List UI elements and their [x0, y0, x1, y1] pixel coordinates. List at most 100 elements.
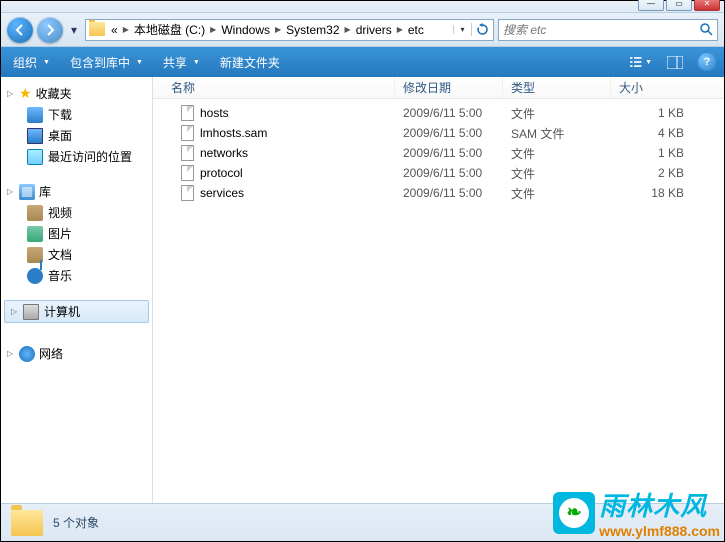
breadcrumb-seg-4[interactable]: etc [405, 23, 427, 37]
file-date: 2009/6/11 5:00 [395, 186, 503, 200]
address-bar[interactable]: « ▶ 本地磁盘 (C:) ▶ Windows ▶ System32 ▶ dri… [85, 19, 494, 41]
view-options-button[interactable]: ▼ [630, 51, 652, 73]
sidebar-item-documents[interactable]: 文档 [1, 244, 152, 265]
sidebar-item-label: 文档 [48, 246, 72, 263]
downloads-icon [27, 107, 43, 123]
breadcrumb-seg-1[interactable]: Windows [218, 23, 273, 37]
chevron-down-icon: ▼ [136, 59, 143, 66]
column-header-size[interactable]: 大小 [611, 77, 724, 98]
file-row[interactable]: services 2009/6/11 5:00 文件 18 KB [153, 183, 724, 203]
file-size: 1 KB [611, 146, 724, 160]
file-row[interactable]: lmhosts.sam 2009/6/11 5:00 SAM 文件 4 KB [153, 123, 724, 143]
file-type: 文件 [503, 145, 611, 162]
back-button[interactable] [7, 17, 33, 43]
chevron-down-icon: ▼ [645, 59, 652, 66]
sidebar-item-label: 视频 [48, 204, 72, 221]
help-button[interactable]: ? [698, 53, 716, 71]
address-dropdown[interactable]: ▾ [453, 25, 471, 34]
video-icon [27, 205, 43, 221]
sidebar-item-label: 下载 [48, 106, 72, 123]
window-titlebar: — ▭ ✕ [1, 1, 724, 13]
breadcrumb-seg-0[interactable]: 本地磁盘 (C:) [131, 21, 208, 38]
nav-history-dropdown[interactable]: ▾ [67, 19, 81, 41]
collapse-icon: ▷ [7, 349, 19, 358]
network-icon [19, 346, 35, 362]
chevron-down-icon: ▼ [43, 59, 50, 66]
watermark-logo: ❧ [553, 492, 595, 534]
breadcrumb-overflow[interactable]: « [108, 23, 121, 37]
sidebar-item-label: 图片 [48, 225, 72, 242]
search-button[interactable] [695, 23, 717, 36]
minimize-button[interactable]: — [638, 0, 664, 11]
chevron-right-icon: ▶ [343, 25, 353, 34]
watermark-url: www.ylmf888.com [599, 523, 720, 539]
sidebar-item-music[interactable]: 音乐 [1, 265, 152, 286]
watermark-brand: 雨林木风 [599, 486, 720, 523]
sidebar-item-recent[interactable]: 最近访问的位置 [1, 146, 152, 167]
close-button[interactable]: ✕ [694, 0, 720, 11]
forward-button[interactable] [37, 17, 63, 43]
file-row[interactable]: networks 2009/6/11 5:00 文件 1 KB [153, 143, 724, 163]
sidebar-favorites[interactable]: ▷ ★ 收藏夹 [1, 83, 152, 104]
file-type: 文件 [503, 165, 611, 182]
file-icon [181, 125, 194, 141]
file-size: 4 KB [611, 126, 724, 140]
computer-icon [23, 304, 39, 320]
sidebar-item-downloads[interactable]: 下载 [1, 104, 152, 125]
new-folder-label: 新建文件夹 [220, 54, 280, 71]
file-row[interactable]: protocol 2009/6/11 5:00 文件 2 KB [153, 163, 724, 183]
collapse-icon: ▷ [7, 89, 19, 98]
sidebar-computer[interactable]: ▷ 计算机 [4, 300, 149, 323]
share-menu[interactable]: 共享 ▼ [159, 51, 204, 74]
preview-pane-button[interactable] [664, 51, 686, 73]
file-type: SAM 文件 [503, 125, 611, 142]
folder-icon [89, 22, 105, 38]
command-bar: 组织▼ 包含到库中▼ 共享 ▼ 新建文件夹 ▼ ? [1, 47, 724, 77]
file-size: 2 KB [611, 166, 724, 180]
file-type: 文件 [503, 105, 611, 122]
sidebar-label: 计算机 [44, 303, 80, 320]
sidebar-label: 库 [39, 183, 51, 200]
column-header-type[interactable]: 类型 [503, 77, 611, 98]
sidebar-item-label: 桌面 [48, 127, 72, 144]
sidebar-label: 网络 [39, 345, 63, 362]
file-list: hosts 2009/6/11 5:00 文件 1 KB lmhosts.sam… [153, 99, 724, 207]
column-header-date[interactable]: 修改日期 [395, 77, 503, 98]
chevron-down-icon: ▼ [193, 59, 200, 66]
new-folder-button[interactable]: 新建文件夹 [216, 51, 284, 74]
maximize-button[interactable]: ▭ [666, 0, 692, 11]
file-date: 2009/6/11 5:00 [395, 146, 503, 160]
file-name: lmhosts.sam [200, 126, 267, 140]
organize-menu[interactable]: 组织▼ [9, 51, 54, 74]
arrow-left-icon [13, 23, 27, 37]
file-date: 2009/6/11 5:00 [395, 166, 503, 180]
search-input[interactable] [499, 23, 695, 37]
sidebar-libraries[interactable]: ▷ 库 [1, 181, 152, 202]
sidebar-network[interactable]: ▷ 网络 [1, 343, 152, 364]
file-row[interactable]: hosts 2009/6/11 5:00 文件 1 KB [153, 103, 724, 123]
search-box[interactable] [498, 19, 718, 41]
status-count: 5 个对象 [53, 514, 99, 531]
refresh-button[interactable] [471, 23, 493, 36]
sidebar-item-videos[interactable]: 视频 [1, 202, 152, 223]
column-headers: 名称 修改日期 类型 大小 [153, 77, 724, 99]
chevron-right-icon: ▶ [273, 25, 283, 34]
sidebar-item-pictures[interactable]: 图片 [1, 223, 152, 244]
include-in-library-menu[interactable]: 包含到库中▼ [66, 51, 147, 74]
recent-icon [27, 149, 43, 165]
sidebar-item-desktop[interactable]: 桌面 [1, 125, 152, 146]
column-header-name[interactable]: 名称 [153, 77, 395, 98]
breadcrumb-seg-3[interactable]: drivers [353, 23, 395, 37]
chevron-right-icon: ▶ [208, 25, 218, 34]
file-name: protocol [200, 166, 243, 180]
leaf-icon: ❧ [559, 498, 589, 528]
sidebar-label: 收藏夹 [36, 85, 72, 102]
breadcrumb-seg-2[interactable]: System32 [283, 23, 342, 37]
file-list-pane: 名称 修改日期 类型 大小 hosts 2009/6/11 5:00 文件 1 … [153, 77, 724, 503]
refresh-icon [476, 23, 489, 36]
share-label: 共享 [163, 54, 187, 71]
file-size: 1 KB [611, 106, 724, 120]
view-icon [630, 55, 643, 69]
chevron-right-icon: ▶ [121, 25, 131, 34]
music-icon [27, 268, 43, 284]
